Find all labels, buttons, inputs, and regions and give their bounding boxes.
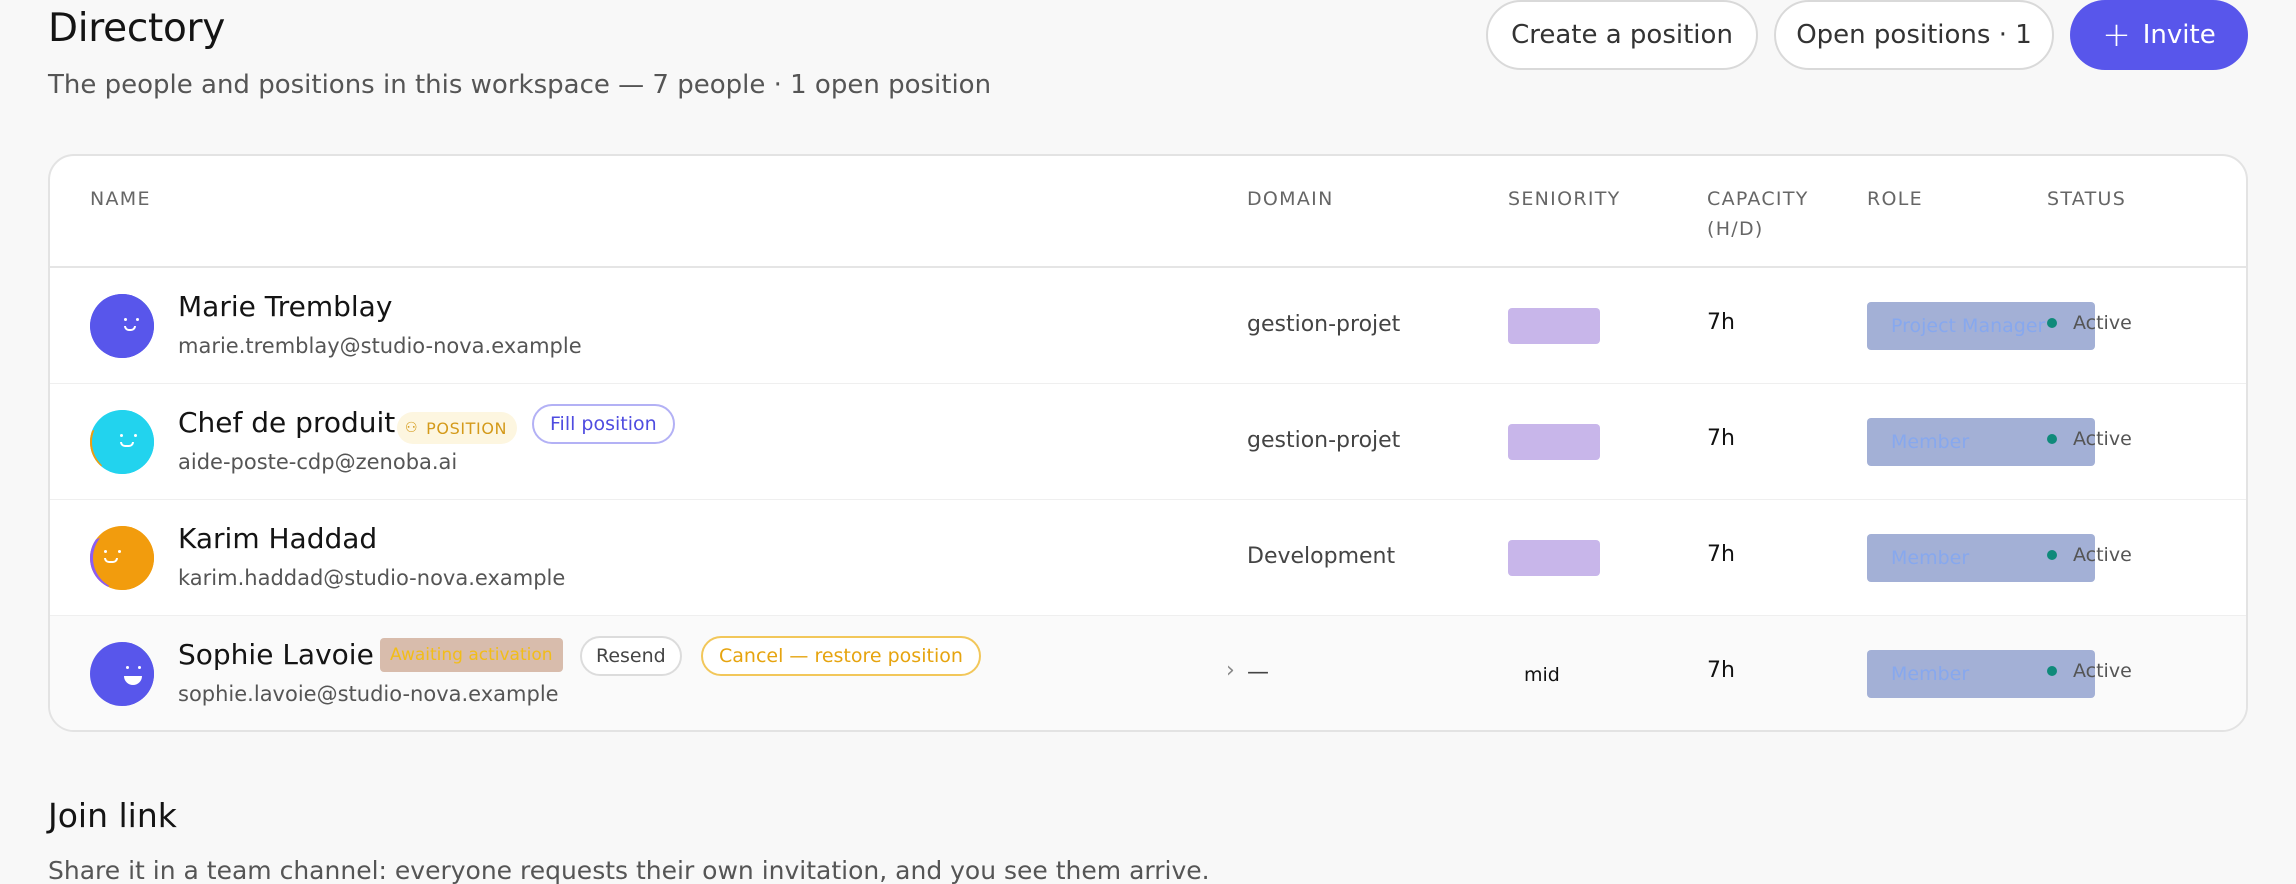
fill-position-button[interactable]: Fill position <box>532 404 675 444</box>
page-subtitle: The people and positions in this workspa… <box>48 70 992 100</box>
domain-value: gestion-projet <box>1247 428 1401 453</box>
create-position-button[interactable]: Create a position <box>1486 0 1758 70</box>
seniority-select[interactable] <box>1508 540 1600 576</box>
table-row[interactable]: Chef de produit ⚇ POSITION Fill position… <box>50 384 2246 500</box>
capacity-value: 7h <box>1707 310 1735 335</box>
status-dot-icon <box>2047 666 2057 676</box>
page-title: Directory <box>48 6 226 51</box>
cancel-restore-position-button[interactable]: Cancel — restore position <box>701 636 981 676</box>
column-header-capacity[interactable]: CAPACITY (H/D) <box>1707 184 1827 244</box>
column-header-name[interactable]: NAME <box>90 184 151 214</box>
position-badge: ⚇ POSITION <box>397 412 518 444</box>
member-name[interactable]: Marie Tremblay <box>178 290 392 323</box>
plus-icon: + <box>2102 15 2131 55</box>
domain-value: Development <box>1247 544 1396 569</box>
avatar <box>90 526 154 590</box>
member-email: marie.tremblay@studio-nova.example <box>178 334 582 358</box>
status-dot-icon <box>2047 550 2057 560</box>
avatar <box>90 294 154 358</box>
awaiting-activation-badge: Awaiting activation <box>380 638 563 672</box>
member-email: sophie.lavoie@studio-nova.example <box>178 682 559 706</box>
chevron-right-icon[interactable]: › <box>1226 658 1235 683</box>
capacity-value: 7h <box>1707 426 1735 451</box>
user-icon: ⚇ <box>405 420 419 436</box>
status-dot-icon <box>2047 434 2057 444</box>
table-row[interactable]: Marie Tremblay marie.tremblay@studio-nov… <box>50 268 2246 384</box>
domain-value: gestion-projet <box>1247 312 1401 337</box>
join-link-subtitle: Share it in a team channel: everyone req… <box>48 856 1210 884</box>
status-badge: Active <box>2047 312 2132 334</box>
column-header-seniority[interactable]: SENIORITY <box>1508 184 1621 214</box>
join-link-title: Join link <box>48 796 177 835</box>
avatar <box>90 410 154 474</box>
position-email: aide-poste-cdp@zenoba.ai <box>178 450 458 474</box>
avatar <box>90 642 154 706</box>
directory-table: NAME DOMAIN SENIORITY CAPACITY (H/D) ROL… <box>48 154 2248 732</box>
status-badge: Active <box>2047 544 2132 566</box>
column-header-domain[interactable]: DOMAIN <box>1247 184 1334 214</box>
seniority-value[interactable]: mid <box>1524 664 1560 686</box>
capacity-value: 7h <box>1707 658 1735 683</box>
domain-value: — <box>1247 660 1269 685</box>
invite-button[interactable]: + Invite <box>2070 0 2248 70</box>
status-badge: Active <box>2047 660 2132 682</box>
member-name[interactable]: Karim Haddad <box>178 522 377 555</box>
capacity-value: 7h <box>1707 542 1735 567</box>
open-positions-button[interactable]: Open positions · 1 <box>1774 0 2054 70</box>
member-name[interactable]: Sophie Lavoie <box>178 638 374 671</box>
seniority-select[interactable] <box>1508 308 1600 344</box>
table-row[interactable]: Karim Haddad karim.haddad@studio-nova.ex… <box>50 500 2246 616</box>
column-header-role[interactable]: ROLE <box>1867 184 1923 214</box>
table-row[interactable]: Sophie Lavoie Awaiting activation Resend… <box>50 616 2246 730</box>
column-header-status[interactable]: STATUS <box>2047 184 2126 214</box>
position-name[interactable]: Chef de produit <box>178 406 395 439</box>
status-badge: Active <box>2047 428 2132 450</box>
member-email: karim.haddad@studio-nova.example <box>178 566 566 590</box>
resend-button[interactable]: Resend <box>580 636 682 676</box>
seniority-select[interactable] <box>1508 424 1600 460</box>
invite-label: Invite <box>2142 20 2216 50</box>
table-header: NAME DOMAIN SENIORITY CAPACITY (H/D) ROL… <box>50 156 2246 268</box>
status-dot-icon <box>2047 318 2057 328</box>
